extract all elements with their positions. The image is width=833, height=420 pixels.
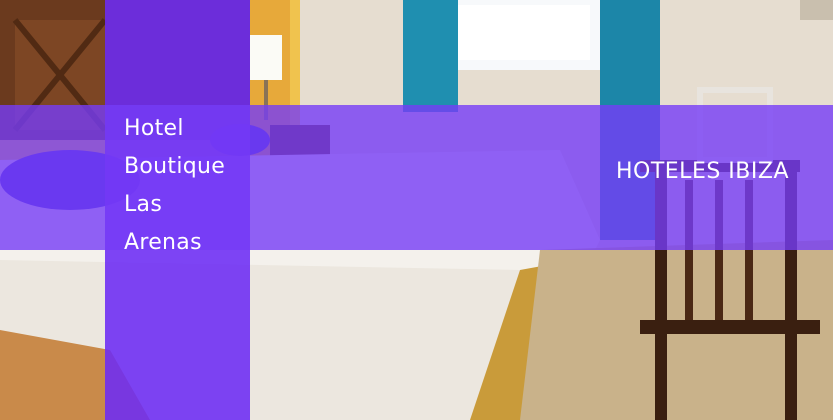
hotel-name-line-2: Boutique — [124, 154, 226, 179]
hotel-name-line-3: Las — [124, 192, 163, 217]
category-link[interactable]: HOTELES IBIZA — [616, 159, 789, 184]
hotel-name-line-4: Arenas — [124, 230, 202, 255]
hotel-name[interactable]: Hotel Boutique Las Arenas — [124, 110, 244, 262]
hotel-name-line-1: Hotel — [124, 116, 184, 141]
